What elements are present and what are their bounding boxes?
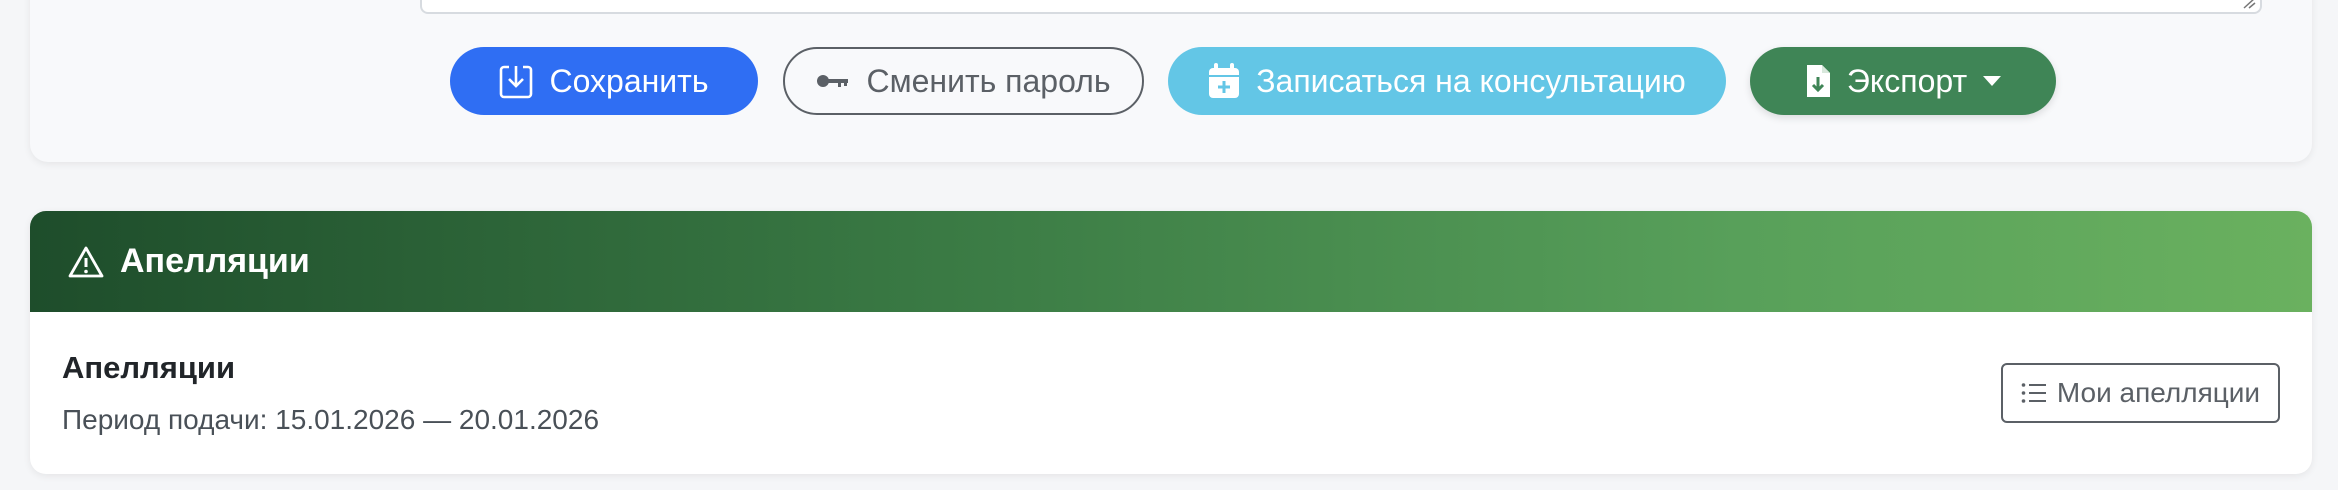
my-appeals-button[interactable]: Мои апелляции: [2001, 363, 2280, 423]
appeal-period-text: Период подачи: 15.01.2026 — 20.01.2026: [62, 404, 600, 435]
appeal-item-title: Апелляции: [62, 350, 235, 385]
appeals-card: Апелляции Апелляции Период подачи: 15.01…: [30, 211, 2312, 474]
book-consultation-button[interactable]: Записаться на консультацию: [1168, 47, 1726, 115]
export-dropdown-button[interactable]: Экспорт: [1750, 47, 2056, 115]
notes-textarea[interactable]: [420, 0, 2262, 14]
file-download-icon: [1806, 65, 1830, 97]
book-consultation-label: Записаться на консультацию: [1256, 62, 1686, 99]
change-password-button[interactable]: Сменить пароль: [783, 47, 1144, 115]
save-button-label: Сохранить: [549, 62, 709, 99]
save-button[interactable]: Сохранить: [450, 47, 758, 115]
calendar-plus-icon: [1209, 63, 1240, 98]
my-appeals-label: Мои апелляции: [2056, 377, 2261, 408]
appeals-header-title: Апелляции: [120, 242, 310, 280]
resize-grip-icon[interactable]: [2242, 0, 2256, 9]
warning-triangle-icon: [68, 246, 104, 277]
list-icon: [2021, 383, 2046, 403]
key-icon: [817, 75, 849, 87]
download-box-icon: [500, 65, 533, 99]
appeals-card-header: Апелляции: [30, 211, 2312, 312]
chevron-down-icon: [1983, 76, 2002, 86]
export-label: Экспорт: [1846, 62, 1968, 99]
change-password-label: Сменить пароль: [866, 62, 1111, 99]
